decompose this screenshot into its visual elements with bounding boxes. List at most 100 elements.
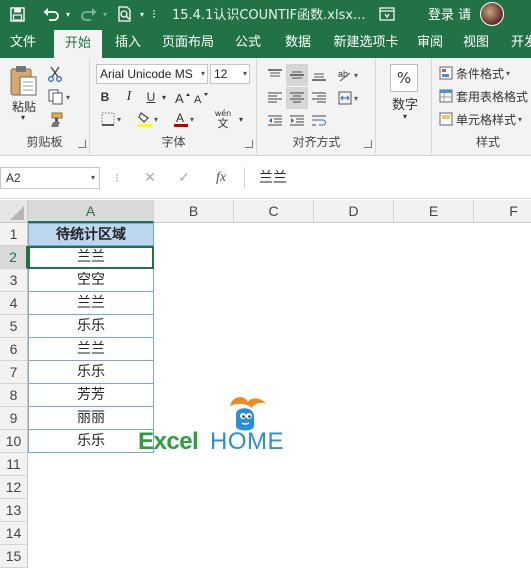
font-color-icon[interactable]: A ▾ [169, 110, 199, 128]
formula-input[interactable]: 兰兰 [244, 167, 531, 189]
tab-new[interactable]: 新建选项卡 [326, 28, 406, 58]
row-header-8[interactable]: 8 [0, 384, 28, 407]
format-painter-icon[interactable] [44, 110, 66, 130]
svg-text:A: A [176, 111, 184, 125]
font-name-combo[interactable]: Arial Unicode MS ▾ [96, 64, 208, 84]
row-header-9[interactable]: 9 [0, 407, 28, 430]
tab-home[interactable]: 开始 [54, 30, 102, 58]
cell-a6[interactable]: 兰兰 [28, 338, 154, 361]
borders-icon[interactable]: ▾ [96, 110, 126, 128]
cell-a7[interactable]: 乐乐 [28, 361, 154, 384]
row-header-15[interactable]: 15 [0, 545, 28, 568]
save-icon[interactable] [6, 4, 28, 24]
row-header-1[interactable]: 1 [0, 223, 28, 246]
row-header-6[interactable]: 6 [0, 338, 28, 361]
tab-file[interactable]: 文件 [0, 28, 46, 58]
row-header-13[interactable]: 13 [0, 499, 28, 522]
align-middle-icon[interactable] [286, 64, 308, 86]
formula-bar-grip-icon: ⁝ [115, 171, 119, 185]
cancel-icon[interactable]: ✕ [138, 167, 162, 189]
merge-center-icon[interactable]: ▾ [334, 87, 362, 109]
align-top-icon[interactable] [264, 64, 286, 86]
redo-icon[interactable] [78, 4, 100, 24]
font-size-combo[interactable]: 12 ▾ [210, 64, 250, 84]
underline-dropdown-icon[interactable]: ▾ [159, 88, 169, 106]
undo-dropdown-icon[interactable]: ▾ [63, 4, 73, 24]
underline-button[interactable]: U [142, 88, 160, 106]
cell-a10[interactable]: 乐乐 [28, 430, 154, 453]
tab-view[interactable]: 视图 [456, 28, 496, 58]
phonetic-guide-button[interactable]: wén 文 [209, 108, 237, 130]
column-header-f[interactable]: F [474, 200, 531, 223]
tab-page-layout[interactable]: 页面布局 [156, 28, 220, 58]
conditional-format-button[interactable]: 条件格式 ▾ [439, 63, 531, 83]
row-header-3[interactable]: 3 [0, 269, 28, 292]
bold-button[interactable]: B [96, 88, 114, 106]
tab-insert[interactable]: 插入 [106, 28, 150, 58]
row-header-2[interactable]: 2 [0, 246, 28, 269]
align-right-icon[interactable] [308, 87, 330, 109]
cell-a5[interactable]: 乐乐 [28, 315, 154, 338]
column-header-c[interactable]: C [234, 200, 314, 223]
row-header-14[interactable]: 14 [0, 522, 28, 545]
enter-icon[interactable]: ✓ [172, 167, 196, 189]
format-as-table-button[interactable]: 套用表格格式 [439, 86, 531, 106]
phonetic-dropdown-icon[interactable]: ▾ [236, 110, 246, 128]
wrap-text-icon[interactable] [308, 110, 330, 132]
customize-toolbar-icon[interactable]: ⁝ [148, 4, 160, 24]
tab-developer[interactable]: 开发 [504, 28, 531, 58]
clipboard-launcher-icon[interactable] [78, 140, 86, 148]
paste-icon[interactable] [6, 64, 40, 98]
column-header-e[interactable]: E [394, 200, 474, 223]
copy-icon[interactable]: ▾ [44, 87, 74, 107]
align-left-icon[interactable] [264, 87, 286, 109]
select-all-button[interactable] [0, 200, 28, 223]
print-preview-icon[interactable] [114, 4, 136, 24]
tab-review[interactable]: 审阅 [410, 28, 450, 58]
print-preview-dropdown-icon[interactable]: ▾ [137, 4, 147, 24]
cell-a9[interactable]: 丽丽 [28, 407, 154, 430]
paste-dropdown-icon[interactable]: ▾ [16, 112, 30, 122]
worksheet-grid[interactable]: A B C D E F 1 2 3 4 5 6 7 8 9 10 11 12 1… [0, 200, 531, 577]
column-header-a[interactable]: A [28, 200, 154, 223]
row-header-10[interactable]: 10 [0, 430, 28, 453]
align-center-icon[interactable] [286, 87, 308, 109]
cell-styles-button[interactable]: 单元格样式 ▾ [439, 109, 531, 129]
font-launcher-icon[interactable] [245, 140, 253, 148]
alignment-launcher-icon[interactable] [364, 140, 372, 148]
tab-data[interactable]: 数据 [276, 28, 320, 58]
row-header-4[interactable]: 4 [0, 292, 28, 315]
cell-a4[interactable]: 兰兰 [28, 292, 154, 315]
title-bar: ▾ ▾ ▾ ⁝ 15.4.1认识COUNTIF函数.xlsx... 登录 请 [0, 0, 531, 28]
cell-a8[interactable]: 芳芳 [28, 384, 154, 407]
percent-style-button[interactable]: % [390, 64, 418, 92]
row-header-12[interactable]: 12 [0, 476, 28, 499]
insert-function-icon[interactable]: fx [208, 167, 234, 189]
increase-indent-icon[interactable] [286, 110, 308, 132]
cell-a1-header[interactable]: 待统计区域 [28, 223, 154, 246]
row-header-7[interactable]: 7 [0, 361, 28, 384]
row-header-11[interactable]: 11 [0, 453, 28, 476]
undo-icon[interactable] [40, 4, 62, 24]
italic-button[interactable]: I [120, 88, 138, 106]
font-shrink-icon[interactable]: A [194, 88, 210, 106]
number-format-dropdown-icon[interactable]: ▾ [399, 110, 411, 122]
cut-icon[interactable] [44, 64, 66, 84]
sign-in-link[interactable]: 登录 请 [428, 4, 471, 23]
svg-text:A: A [175, 91, 184, 104]
cell-a3[interactable]: 空空 [28, 269, 154, 292]
column-header-b[interactable]: B [154, 200, 234, 223]
orientation-icon[interactable]: ab ▾ [334, 64, 362, 86]
user-avatar[interactable] [480, 2, 504, 26]
cell-a2[interactable]: 兰兰 [28, 246, 154, 269]
row-header-5[interactable]: 5 [0, 315, 28, 338]
align-bottom-icon[interactable] [308, 64, 330, 86]
redo-dropdown-icon[interactable]: ▾ [100, 4, 110, 24]
column-header-d[interactable]: D [314, 200, 394, 223]
name-box[interactable]: A2 ▾ [0, 167, 100, 189]
tab-formulas[interactable]: 公式 [226, 28, 270, 58]
font-grow-icon[interactable]: A [175, 88, 191, 106]
fill-color-icon[interactable]: ▾ [133, 110, 163, 128]
ribbon-display-options-icon[interactable] [376, 4, 398, 24]
decrease-indent-icon[interactable] [264, 110, 286, 132]
